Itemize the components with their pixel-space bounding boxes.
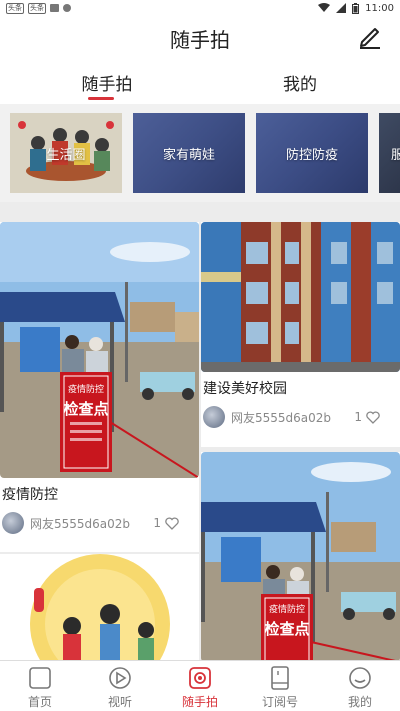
category-label: 生活圈 [46, 147, 86, 163]
clock: 11:00 [365, 2, 394, 14]
feed-card[interactable]: 疫情防控 检查点 [201, 452, 400, 660]
play-icon [109, 667, 131, 689]
camera-icon [189, 667, 211, 689]
status-right: 11:00 [318, 2, 394, 14]
title-bar: 随手拍 [0, 16, 400, 60]
nav-subscribe[interactable]: 订阅号 [240, 661, 320, 711]
category-label: 防控防疫 [285, 147, 338, 163]
bottom-nav: 首页 视听 随手拍 订阅号 我的 [0, 660, 400, 711]
subscribe-icon [271, 666, 289, 690]
profile-icon [349, 667, 371, 689]
sign-text-main: 检查点 [63, 400, 108, 418]
school-photo[interactable] [201, 222, 400, 372]
shield-notification-icon [63, 4, 71, 12]
like-count: 1 [354, 410, 362, 424]
checkpoint-photo-image: 疫情防控 检查点 [0, 222, 199, 478]
sign-text-top: 疫情防控 [68, 383, 104, 395]
pencil-icon [360, 28, 380, 49]
battery-icon [352, 2, 360, 14]
nav-label: 我的 [347, 695, 372, 709]
nav-video[interactable]: 视听 [80, 661, 160, 711]
home-icon [29, 667, 51, 689]
notification-chip: 头条 [28, 2, 46, 14]
status-left: 头条 头条 [6, 2, 71, 14]
username[interactable]: 网友5555d6a02b [30, 515, 130, 532]
category-label: 家有萌娃 [162, 147, 215, 163]
nav-label: 视听 [107, 695, 132, 709]
tab-bar: 随手拍 我的 [0, 60, 400, 104]
feed-card[interactable]: 疫情防控 检查点 疫情防控 网友5555d6a02b 1 [0, 222, 199, 552]
nav-home[interactable]: 首页 [0, 661, 80, 711]
school-building-image [201, 222, 400, 372]
feed-card[interactable]: 建设美好校园 网友5555d6a02b 1 [201, 222, 400, 447]
nav-label: 首页 [27, 695, 52, 709]
page-title: 随手拍 [170, 28, 230, 52]
category-epidemic-control[interactable]: 防控防疫 [256, 113, 368, 193]
card-title: 建设美好校园 [203, 381, 287, 397]
category-life-circle[interactable]: 生活圈 [10, 113, 122, 193]
heart-icon [165, 516, 179, 530]
moon-festival-photo[interactable] [0, 554, 199, 660]
card-meta: 网友5555d6a02b 1 [201, 398, 400, 428]
avatar[interactable] [2, 512, 24, 534]
like-button[interactable]: 1 [153, 516, 179, 530]
image-notification-icon [50, 4, 59, 12]
tab-mine[interactable]: 我的 [240, 70, 360, 95]
signal-icon [336, 3, 347, 13]
like-button[interactable]: 1 [354, 410, 380, 424]
active-tab-indicator [88, 97, 114, 100]
checkpoint-photo[interactable]: 疫情防控 检查点 [0, 222, 199, 478]
card-title: 疫情防控 [2, 487, 58, 503]
checkpoint-photo-2[interactable]: 疫情防控 检查点 [201, 452, 400, 660]
avatar[interactable] [203, 406, 225, 428]
like-count: 1 [153, 516, 161, 530]
nav-label: 订阅号 [261, 695, 298, 709]
card-meta: 网友5555d6a02b 1 [0, 504, 199, 534]
tab-suishoupai[interactable]: 随手拍 [47, 70, 167, 95]
checkpoint-photo-image: 疫情防控 检查点 [201, 452, 400, 660]
category-partial[interactable]: 服 [379, 113, 400, 193]
status-bar: 头条 头条 11:00 [0, 0, 400, 16]
nav-profile[interactable]: 我的 [320, 661, 400, 711]
category-label: 服 [391, 147, 400, 163]
wifi-icon [318, 3, 331, 12]
nav-snapshot[interactable]: 随手拍 [160, 661, 240, 711]
notification-chip: 头条 [6, 2, 24, 14]
category-cute-kids[interactable]: 家有萌娃 [133, 113, 245, 193]
sign-text-top: 疫情防控 [269, 603, 305, 615]
heart-icon [366, 410, 380, 424]
photo-feed[interactable]: 疫情防控 检查点 疫情防控 网友5555d6a02b 1 建设美好校园 网友55… [0, 210, 400, 660]
edit-button[interactable] [356, 22, 384, 50]
sign-text-main: 检查点 [264, 620, 309, 638]
feed-card[interactable] [0, 554, 199, 660]
category-carousel[interactable]: 生活圈 家有萌娃 防控防疫 服 [0, 104, 400, 202]
moon-family-illustration [0, 554, 199, 660]
username[interactable]: 网友5555d6a02b [231, 409, 331, 426]
nav-label: 随手拍 [181, 695, 218, 709]
